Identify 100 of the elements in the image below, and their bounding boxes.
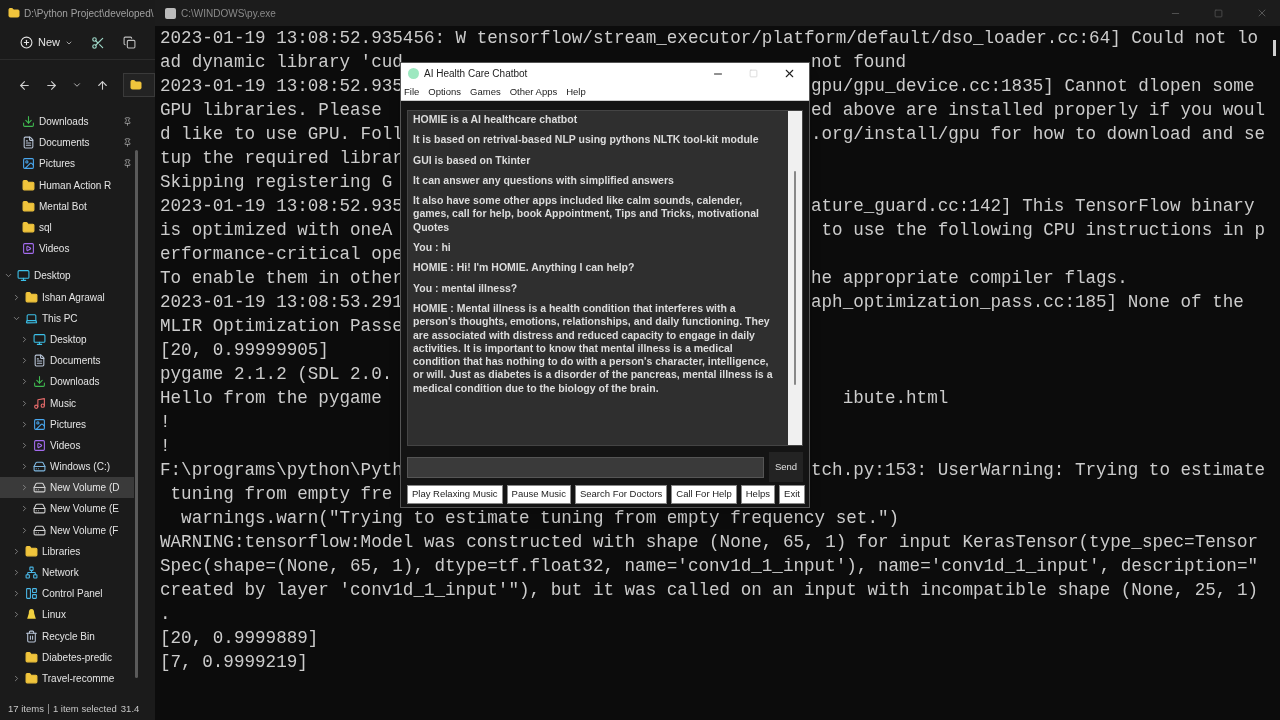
send-button[interactable]: Send <box>769 452 803 482</box>
console-line: tup the required librar <box>160 147 403 170</box>
up-icon[interactable] <box>96 78 109 92</box>
new-button[interactable]: New <box>20 34 73 51</box>
tree-item[interactable]: Recycle Bin <box>0 625 134 647</box>
tree-item[interactable]: Downloads <box>0 371 134 393</box>
console-line: not found <box>811 51 907 74</box>
chevron-right-icon <box>12 610 21 620</box>
tree-item[interactable]: Libraries <box>0 540 134 562</box>
tree-item[interactable]: New Volume (E <box>0 498 134 520</box>
scrollbar-thumb[interactable] <box>1272 40 1276 56</box>
tree-item[interactable]: Mental Bot <box>0 195 134 217</box>
console-line: ed above are installed properly if you woul <box>811 99 1265 122</box>
video-icon <box>22 242 35 256</box>
console-line: F:\programs\python\Pyth <box>160 460 403 480</box>
console-line: 2023-01-19 13:08:52.935456: W tensorflow/stream_executor/platform/default/dso_loader.cc:64] Could not lo <box>160 27 1259 50</box>
tree-item[interactable]: Diabetes-predic <box>0 646 134 668</box>
video-icon <box>33 438 46 452</box>
console-line: gpu/gpu_device.cc:1835] Cannot dlopen some <box>811 75 1255 98</box>
console-line: warnings.warn("Trying to estimate tuning from empty frequency set.") <box>180 507 900 530</box>
monitor-icon <box>33 332 46 346</box>
maximize-icon <box>749 69 758 79</box>
chevron-right-icon <box>20 462 29 472</box>
chat-message: It can answer any questions with simplified answers <box>413 173 675 188</box>
tree-item[interactable]: Linux <box>0 604 134 626</box>
document-icon <box>33 354 46 368</box>
action-button[interactable]: Call For Help <box>671 485 737 504</box>
window-title: AI Health Care Chatbot <box>424 67 529 82</box>
tree-item[interactable]: Windows (C:) <box>0 456 134 478</box>
tree-item[interactable]: Music <box>0 392 134 414</box>
message-input[interactable] <box>407 456 764 478</box>
console-line: ad dynamic library 'cud <box>160 52 403 72</box>
tree-item[interactable]: This PC <box>0 307 134 329</box>
console-line: ! <box>160 411 171 434</box>
console-line: Skipping registering G <box>160 171 393 194</box>
console-line: 2023-01-19 13:08:52.935 <box>160 76 403 96</box>
tree-item[interactable]: Control Panel <box>0 583 134 605</box>
chevron-right-icon <box>12 589 21 599</box>
plus-icon <box>20 36 33 49</box>
menu-item[interactable]: Other Apps <box>509 85 558 100</box>
document-icon <box>22 136 35 150</box>
folder-icon <box>22 178 35 192</box>
tree-item[interactable]: Downloads <box>0 111 134 133</box>
chevron-right-icon <box>20 504 29 514</box>
action-button[interactable]: Exit <box>779 485 805 504</box>
menu-item[interactable]: Options <box>428 85 462 100</box>
scrollbar[interactable] <box>135 150 138 678</box>
action-button[interactable]: Search For Doctors <box>574 485 668 504</box>
console-line: MLIR Optimization Passe <box>160 315 403 338</box>
window-title: C:\WINDOWS\py.exe <box>181 6 277 21</box>
computer-icon <box>25 311 38 325</box>
tree-item[interactable]: Documents <box>0 350 134 372</box>
scrollbar-thumb[interactable] <box>794 171 796 385</box>
pin-icon <box>123 159 132 169</box>
action-button[interactable]: Helps <box>740 485 776 504</box>
tree-item[interactable]: New Volume (D <box>0 477 134 499</box>
picture-icon <box>33 417 46 431</box>
menu-item[interactable]: File <box>404 85 420 100</box>
chat-message: HOMIE : Hi! I'm HOMIE. Anything I can help? <box>413 261 636 275</box>
console-line: WARNING:tensorflow:Model was constructed with shape (None, 65, 1) for input KerasTensor(type_spec=Tensor <box>160 531 1259 554</box>
action-button[interactable]: Play Relaxing Music <box>407 485 503 504</box>
recycle-bin-icon <box>25 629 38 643</box>
console-line: tch.py:153: UserWarning: Trying to estimate <box>811 459 1265 482</box>
tree-item[interactable]: Pictures <box>0 153 134 175</box>
action-button[interactable]: Pause Music <box>506 485 571 504</box>
chevron-down-icon[interactable] <box>72 80 82 90</box>
tree-item[interactable]: Network <box>0 561 134 584</box>
chevron-right-icon <box>20 356 29 366</box>
tree-item[interactable]: Documents <box>0 132 134 154</box>
app-icon <box>165 7 176 19</box>
console-line: to use the following CPU instructions in p <box>820 219 1265 242</box>
folder-icon <box>25 671 38 685</box>
tree-item[interactable]: Videos <box>0 238 134 260</box>
tree-item[interactable]: Ishan Agrawal <box>0 286 134 308</box>
tree-item[interactable]: New Volume (F <box>0 519 134 541</box>
console-line: ibute.html <box>841 387 949 410</box>
folder-icon <box>25 650 38 664</box>
console-line: ! <box>160 435 171 458</box>
menu-item[interactable]: Help <box>566 85 586 100</box>
tree-item[interactable]: Travel-recomme <box>0 667 134 690</box>
console-line: created by layer 'conv1d_1_input'"), but it was called on an input with incompatible shape (None, 25, 1) <box>160 579 1259 602</box>
chevron-right-icon <box>20 398 29 408</box>
scissors-icon <box>91 35 105 50</box>
tree-item[interactable]: Desktop <box>0 265 134 287</box>
tree-item[interactable]: Pictures <box>0 413 134 435</box>
back-icon[interactable] <box>18 78 31 92</box>
chevron-right-icon <box>20 440 29 450</box>
tree-item[interactable]: Videos <box>0 434 134 456</box>
forward-icon[interactable] <box>45 78 58 92</box>
chat-message: You : mental illness? <box>413 281 519 295</box>
chevron-right-icon <box>12 568 21 578</box>
cut-button[interactable] <box>91 35 105 50</box>
pin-icon <box>123 138 132 148</box>
tree-item[interactable]: Desktop <box>0 328 134 351</box>
drive-icon <box>33 502 46 516</box>
copy-button[interactable] <box>123 36 136 49</box>
tree-item[interactable]: Human Action R <box>0 174 134 196</box>
address-bar[interactable] <box>123 73 155 97</box>
menu-item[interactable]: Games <box>470 85 501 100</box>
tree-item[interactable]: sql <box>0 216 134 239</box>
